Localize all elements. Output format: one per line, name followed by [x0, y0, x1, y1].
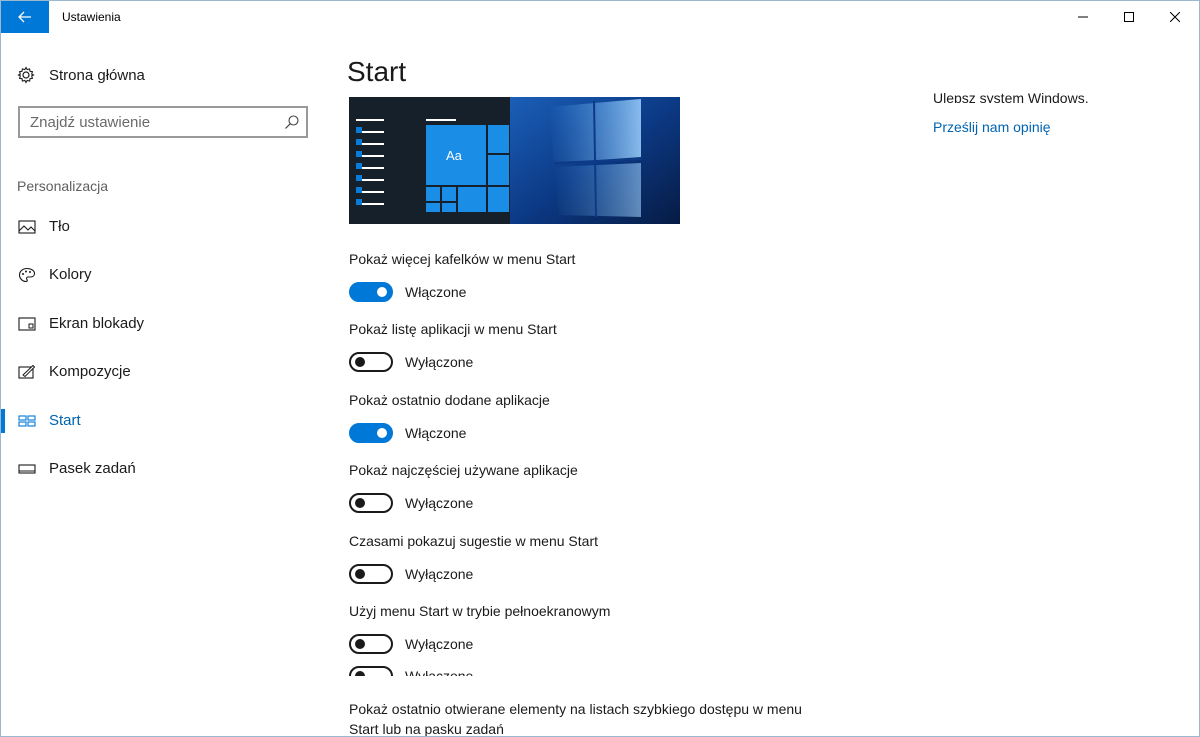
close-icon	[1170, 12, 1180, 22]
settings-window: Ustawienia Strona główna Znajdź ustawien…	[0, 0, 1200, 737]
themes-brush-icon	[18, 364, 36, 379]
sidebar-item-lock-screen[interactable]: Ekran blokady	[1, 304, 331, 344]
page-title: Start	[347, 56, 407, 87]
toggle-knob	[355, 357, 365, 367]
toggle-knob	[355, 639, 365, 649]
app-list-toggle[interactable]	[349, 352, 393, 372]
toggle-state-label: Wyłączone	[405, 566, 474, 582]
lock-screen-icon	[18, 317, 36, 331]
toggle-row: Wyłączone	[349, 351, 473, 373]
minimize-icon	[1078, 16, 1088, 18]
sidebar-home-label: Strona główna	[49, 66, 145, 84]
sidebar-item-colors[interactable]: Kolory	[1, 255, 331, 295]
setting-suggestions: Czasami pokazuj sugestie w menu Start Wy…	[349, 533, 909, 584]
maximize-icon	[1124, 12, 1134, 22]
recently-added-toggle[interactable]	[349, 423, 393, 443]
most-used-toggle[interactable]	[349, 493, 393, 513]
toggle-knob	[377, 287, 387, 297]
toggle-row: Wyłączone	[349, 633, 473, 655]
toggle-knob	[355, 671, 365, 676]
preview-tile-label: Aa	[446, 148, 462, 163]
start-tiles-icon	[18, 415, 36, 427]
setting-recently-added: Pokaż ostatnio dodane aplikacje Włączone	[349, 392, 909, 443]
setting-fullscreen: Użyj menu Start w trybie pełnoekranowym …	[349, 603, 909, 654]
suggestions-toggle[interactable]	[349, 564, 393, 584]
setting-most-used: Pokaż najczęściej używane aplikacje Wyłą…	[349, 462, 909, 513]
start-menu-preview-graphic	[349, 97, 680, 224]
sidebar-item-label: Pasek zadań	[49, 460, 136, 477]
sidebar-item-label: Ekran blokady	[49, 315, 145, 332]
sidebar-home[interactable]: Strona główna	[17, 64, 145, 86]
sidebar-item-label: Kolory	[49, 266, 92, 283]
toggle-state-label: Włączone	[405, 284, 467, 300]
setting-title: Użyj menu Start w trybie pełnoekranowym	[349, 603, 611, 619]
sidebar-item-label: Start	[49, 412, 81, 429]
sidebar: Strona główna Znajdź ustawienie Personal…	[1, 33, 331, 736]
search-placeholder: Znajdź ustawienie	[30, 114, 151, 131]
search-input[interactable]: Znajdź ustawienie	[18, 106, 308, 138]
taskbar-icon	[18, 464, 36, 474]
setting-title: Pokaż listę aplikacji w menu Start	[349, 321, 557, 337]
title-bar: Ustawienia	[1, 1, 1199, 33]
setting-title: Pokaż ostatnio dodane aplikacje	[349, 392, 550, 408]
toggle-knob	[355, 498, 365, 508]
toggle-state-label: Wyłączone	[405, 495, 474, 511]
active-indicator	[1, 409, 5, 433]
picture-icon	[18, 220, 36, 234]
toggle-row: Włączone	[349, 422, 466, 444]
toggle-row: Włączone	[349, 281, 466, 303]
minimize-button[interactable]	[1060, 1, 1106, 33]
sidebar-item-label: Kompozycje	[49, 363, 131, 380]
sidebar-item-taskbar[interactable]: Pasek zadań	[1, 449, 331, 489]
feedback-link[interactable]: Prześlij nam opinię	[933, 119, 1051, 135]
toggle-state-label: Wyłączone	[405, 668, 474, 676]
close-button[interactable]	[1152, 1, 1198, 33]
partially-hidden-toggle-row: Wyłączone	[349, 660, 473, 676]
start-preview-image: Aa	[349, 97, 680, 224]
toggle-state-label: Wyłączone	[405, 636, 474, 652]
section-label-personalization: Personalizacja	[17, 178, 109, 194]
main-content: Start Aa Pokaż więcej kafelków w menu St…	[331, 33, 931, 737]
toggle-knob	[377, 428, 387, 438]
sidebar-item-start[interactable]: Start	[1, 401, 331, 441]
toggle-knob	[355, 569, 365, 579]
setting-title: Pokaż więcej kafelków w menu Start	[349, 251, 576, 267]
hidden-toggle[interactable]	[349, 666, 393, 676]
improve-windows-text: Ulepsz system Windows.	[933, 91, 1089, 103]
related-panel: Ulepsz system Windows. Prześlij nam opin…	[933, 33, 1193, 233]
fullscreen-toggle[interactable]	[349, 634, 393, 654]
toggle-state-label: Wyłączone	[405, 354, 474, 370]
back-button[interactable]	[1, 1, 49, 33]
setting-title: Pokaż najczęściej używane aplikacje	[349, 462, 578, 478]
maximize-button[interactable]	[1106, 1, 1152, 33]
sidebar-item-themes[interactable]: Kompozycje	[1, 352, 331, 392]
sidebar-item-label: Tło	[49, 218, 70, 235]
palette-icon	[18, 267, 36, 283]
gear-icon	[17, 66, 35, 84]
sidebar-item-background[interactable]: Tło	[1, 207, 331, 247]
toggle-state-label: Włączone	[405, 425, 467, 441]
setting-more-tiles: Pokaż więcej kafelków w menu Start Włącz…	[349, 251, 909, 302]
setting-app-list: Pokaż listę aplikacji w menu Start Wyłąc…	[349, 321, 909, 372]
toggle-row: Wyłączone	[349, 563, 473, 585]
setting-title: Czasami pokazuj sugestie w menu Start	[349, 533, 598, 549]
more-tiles-toggle[interactable]	[349, 282, 393, 302]
setting-jump-lists-title: Pokaż ostatnio otwierane elementy na lis…	[349, 701, 802, 737]
toggle-row: Wyłączone	[349, 492, 473, 514]
window-title: Ustawienia	[62, 10, 121, 24]
search-icon	[285, 115, 299, 129]
back-arrow-icon	[18, 11, 31, 23]
